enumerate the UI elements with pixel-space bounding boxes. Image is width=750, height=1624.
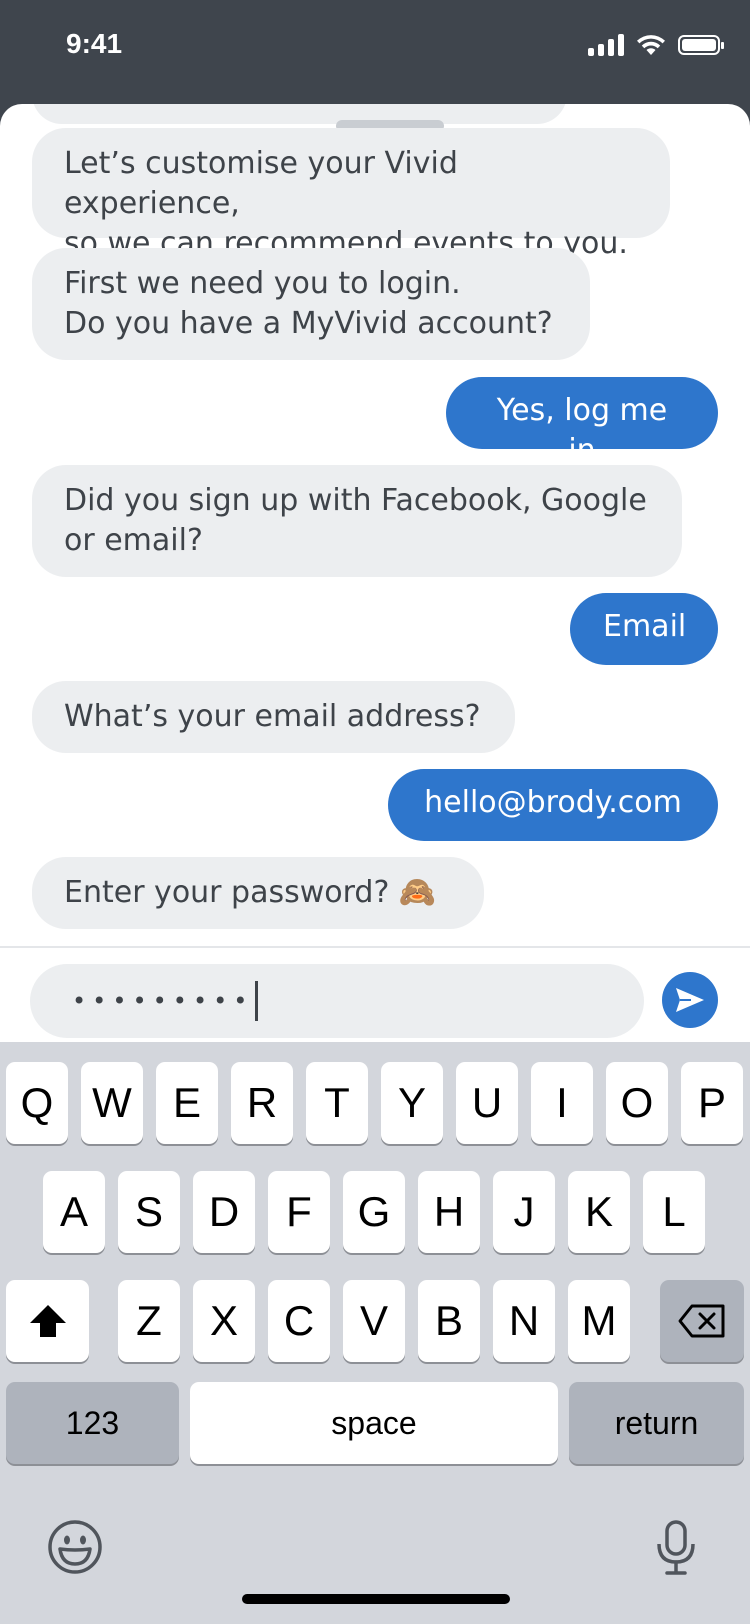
key-m[interactable]: M — [568, 1280, 630, 1362]
key-h[interactable]: H — [418, 1171, 480, 1253]
key-n[interactable]: N — [493, 1280, 555, 1362]
key-f[interactable]: F — [268, 1171, 330, 1253]
key-y[interactable]: Y — [381, 1062, 443, 1144]
key-s[interactable]: S — [118, 1171, 180, 1253]
dictation-button[interactable] — [654, 1520, 698, 1576]
key-t[interactable]: T — [306, 1062, 368, 1144]
bot-message: What’s your email address? — [32, 681, 515, 753]
emoji-button[interactable] — [46, 1518, 104, 1576]
bot-message: Let’s customise your Vivid experience, s… — [32, 128, 670, 261]
space-key[interactable]: space — [190, 1382, 558, 1464]
text-caret — [255, 981, 259, 1021]
key-g[interactable]: G — [343, 1171, 405, 1253]
wifi-icon — [637, 35, 665, 55]
key-d[interactable]: D — [193, 1171, 255, 1253]
backspace-icon — [678, 1304, 725, 1338]
return-key[interactable]: return — [569, 1382, 744, 1464]
send-icon — [676, 988, 704, 1012]
key-i[interactable]: I — [531, 1062, 593, 1144]
key-b[interactable]: B — [418, 1280, 480, 1362]
send-button[interactable] — [662, 972, 718, 1028]
key-q[interactable]: Q — [6, 1062, 68, 1144]
key-o[interactable]: O — [606, 1062, 668, 1144]
key-p[interactable]: P — [681, 1062, 743, 1144]
key-l[interactable]: L — [643, 1171, 705, 1253]
key-w[interactable]: W — [81, 1062, 143, 1144]
user-message: hello@brody.com — [388, 769, 718, 841]
key-v[interactable]: V — [343, 1280, 405, 1362]
key-c[interactable]: C — [268, 1280, 330, 1362]
bot-message: Enter your password? 🙈 — [32, 857, 484, 929]
bot-message: Did you sign up with Facebook, Google or… — [32, 465, 682, 577]
shift-key[interactable] — [6, 1280, 89, 1362]
key-k[interactable]: K — [568, 1171, 630, 1253]
message-composer: ••••••••• — [0, 946, 750, 1044]
key-r[interactable]: R — [231, 1062, 293, 1144]
backspace-key[interactable] — [660, 1280, 744, 1362]
home-indicator[interactable] — [242, 1594, 510, 1604]
microphone-icon — [657, 1520, 695, 1575]
status-time: 9:41 — [66, 28, 123, 59]
user-message: Email — [570, 593, 718, 665]
password-input[interactable]: ••••••••• — [30, 964, 644, 1038]
key-j[interactable]: J — [493, 1171, 555, 1253]
user-message: Yes, log me in — [446, 377, 718, 468]
previous-message-bubble — [32, 104, 567, 124]
status-bar: 9:41 — [0, 0, 750, 100]
shift-icon — [29, 1305, 66, 1337]
key-a[interactable]: A — [43, 1171, 105, 1253]
bot-message: First we need you to login. Do you have … — [32, 248, 590, 360]
password-value: ••••••••• — [72, 987, 254, 1015]
keyboard: 123 space return QWERTYUIOP ASDFGHJKL ZXCV… — [0, 1042, 750, 1624]
key-e[interactable]: E — [156, 1062, 218, 1144]
key-z[interactable]: Z — [118, 1280, 180, 1362]
numbers-key[interactable]: 123 — [6, 1382, 179, 1464]
battery-icon — [678, 35, 724, 55]
cellular-signal-icon — [588, 34, 624, 56]
emoji-icon — [48, 1520, 102, 1574]
key-u[interactable]: U — [456, 1062, 518, 1144]
key-x[interactable]: X — [193, 1280, 255, 1362]
status-icons — [588, 34, 724, 56]
